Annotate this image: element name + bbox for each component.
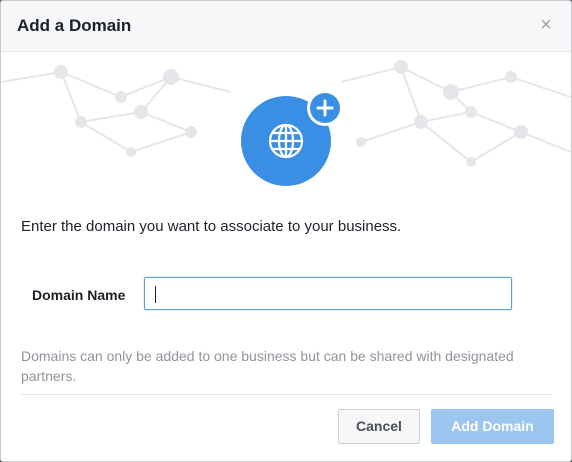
add-domain-dialog: Add a Domain × Enter the domain you want… [0,0,572,462]
cancel-button[interactable]: Cancel [338,409,420,444]
domain-name-label: Domain Name [32,287,126,303]
instruction-text: Enter the domain you want to associate t… [21,218,402,235]
hero-illustration [1,52,571,202]
dialog-header: Add a Domain × [1,1,571,52]
domain-name-input[interactable] [144,277,512,310]
dialog-title: Add a Domain [17,16,132,35]
text-cursor [155,286,156,303]
globe-icon [268,123,304,159]
plus-badge [307,90,343,126]
add-domain-button[interactable]: Add Domain [431,409,554,444]
plus-icon [316,99,334,117]
help-text: Domains can only be added to one busines… [21,348,514,384]
plus-badge-circle [310,93,340,123]
footer-divider [21,394,551,395]
close-icon[interactable]: × [535,14,557,36]
domain-graphic [241,90,343,186]
